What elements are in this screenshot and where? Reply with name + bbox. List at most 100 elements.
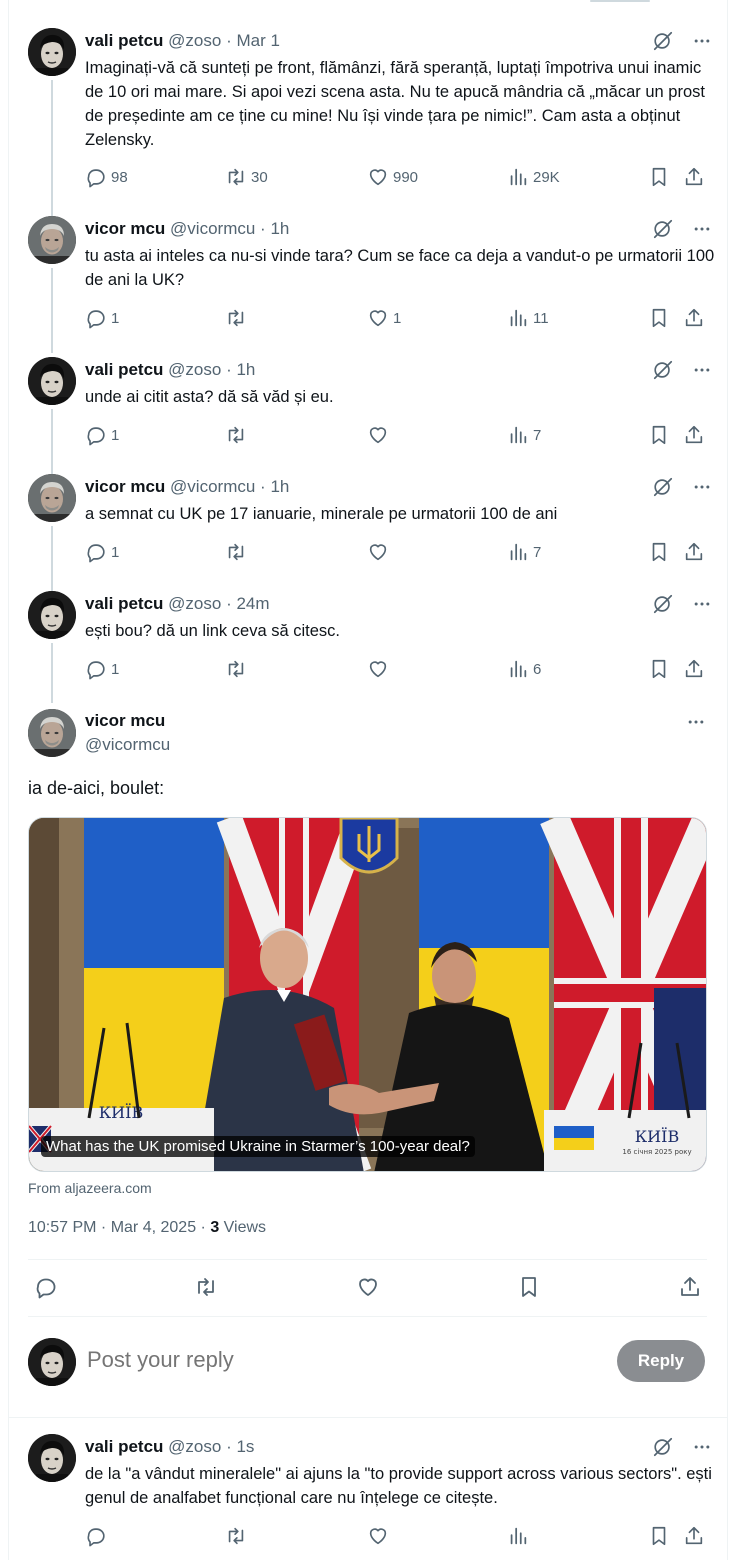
- repost-button[interactable]: [225, 1525, 247, 1547]
- author-handle[interactable]: @vicormcu: [170, 477, 255, 496]
- grok-icon[interactable]: [652, 1436, 674, 1463]
- views-button[interactable]: 7: [507, 541, 541, 563]
- share-button[interactable]: [683, 166, 705, 188]
- share-icon: [683, 541, 705, 563]
- main-avatar[interactable]: [28, 709, 76, 757]
- reply-submit-button[interactable]: Reply: [617, 1340, 705, 1382]
- like-icon[interactable]: [356, 1275, 380, 1299]
- share-button[interactable]: [683, 658, 705, 680]
- repost-icon: [225, 658, 247, 680]
- avatar[interactable]: [28, 474, 76, 522]
- reply-icon: [85, 658, 107, 680]
- avatar[interactable]: [28, 28, 76, 76]
- share-button[interactable]: [683, 541, 705, 563]
- like-icon: [367, 307, 389, 329]
- tweet-time[interactable]: 1h: [270, 219, 289, 238]
- more-icon[interactable]: [692, 360, 712, 385]
- reply-button[interactable]: 1: [85, 307, 119, 329]
- card-title[interactable]: What has the UK promised Ukraine in Star…: [41, 1136, 475, 1157]
- like-button[interactable]: [367, 658, 393, 680]
- main-author-handle[interactable]: @vicormcu: [85, 735, 170, 755]
- reply-button[interactable]: 1: [85, 424, 119, 446]
- like-button[interactable]: [367, 541, 393, 563]
- reply-icon[interactable]: [34, 1275, 58, 1299]
- tweet-time[interactable]: 1h: [270, 477, 289, 496]
- main-author-name[interactable]: vicor mcu: [85, 711, 165, 731]
- share-button[interactable]: [683, 1525, 705, 1547]
- bookmark-button[interactable]: [648, 658, 670, 680]
- repost-icon: [225, 1525, 247, 1547]
- more-icon[interactable]: [686, 712, 706, 737]
- bookmark-button[interactable]: [648, 307, 670, 329]
- more-icon[interactable]: [692, 594, 712, 619]
- tweet-time[interactable]: 1s: [236, 1437, 254, 1456]
- grok-icon[interactable]: [652, 359, 674, 386]
- author-name[interactable]: vali petcu: [85, 594, 163, 613]
- avatar[interactable]: [28, 1434, 76, 1482]
- current-user-avatar[interactable]: [28, 1338, 76, 1386]
- tweet-time[interactable]: 24m: [236, 594, 269, 613]
- author-handle[interactable]: @zoso: [168, 31, 221, 50]
- reply-button[interactable]: 1: [85, 541, 119, 563]
- repost-button[interactable]: [225, 658, 251, 680]
- avatar[interactable]: [28, 357, 76, 405]
- author-name[interactable]: vicor mcu: [85, 477, 165, 496]
- share-icon[interactable]: [678, 1275, 702, 1299]
- tweet-header: vicor mcu @vicormcu · 1h: [85, 219, 289, 239]
- avatar[interactable]: [28, 216, 76, 264]
- repost-button[interactable]: 30: [225, 166, 268, 188]
- bookmark-icon[interactable]: [517, 1275, 541, 1299]
- thread-tweet[interactable]: vali petcu @zoso · 24m ești bou? dă un l…: [28, 591, 718, 703]
- views-button[interactable]: 6: [507, 658, 541, 680]
- bookmark-button[interactable]: [648, 166, 670, 188]
- grok-icon[interactable]: [652, 593, 674, 620]
- views-button[interactable]: 11: [507, 307, 549, 329]
- author-handle[interactable]: @vicormcu: [170, 219, 255, 238]
- repost-button[interactable]: [225, 307, 251, 329]
- share-button[interactable]: [683, 424, 705, 446]
- grok-icon[interactable]: [652, 218, 674, 245]
- like-button[interactable]: 990: [367, 166, 418, 188]
- author-name[interactable]: vali petcu: [85, 360, 163, 379]
- views-button[interactable]: 29K: [507, 166, 560, 188]
- reply-button[interactable]: [85, 1525, 107, 1547]
- thread-tweet[interactable]: vali petcu @zoso · 1h unde ai citit asta…: [28, 357, 718, 474]
- more-icon[interactable]: [692, 31, 712, 56]
- tweet-time[interactable]: 1h: [236, 360, 255, 379]
- thread-tweet[interactable]: vicor mcu @vicormcu · 1h tu asta ai inte…: [28, 216, 718, 353]
- more-icon[interactable]: [692, 219, 712, 244]
- reply-button[interactable]: 98: [85, 166, 128, 188]
- author-name[interactable]: vicor mcu: [85, 219, 165, 238]
- more-icon[interactable]: [692, 477, 712, 502]
- author-handle[interactable]: @zoso: [168, 1437, 221, 1456]
- bookmark-button[interactable]: [648, 424, 670, 446]
- like-button[interactable]: [367, 1525, 389, 1547]
- reply-input[interactable]: [87, 1347, 587, 1373]
- author-handle[interactable]: @zoso: [168, 594, 221, 613]
- like-button[interactable]: 1: [367, 307, 401, 329]
- author-handle[interactable]: @zoso: [168, 360, 221, 379]
- bookmark-button[interactable]: [648, 541, 670, 563]
- thread-tweet[interactable]: vicor mcu @vicormcu · 1h a semnat cu UK …: [28, 474, 718, 591]
- bookmark-button[interactable]: [648, 1525, 670, 1547]
- repost-button[interactable]: [225, 424, 251, 446]
- tweet-time[interactable]: Mar 1: [236, 31, 279, 50]
- reply-button[interactable]: 1: [85, 658, 119, 680]
- link-card[interactable]: КИЇВ КИЇВ 16 січня 2025 року What has th…: [28, 817, 707, 1172]
- like-button[interactable]: [367, 424, 393, 446]
- views-button[interactable]: 7: [507, 424, 541, 446]
- post-timestamp[interactable]: 10:57 PM · Mar 4, 2025 ·: [28, 1219, 210, 1236]
- grok-icon[interactable]: [652, 30, 674, 57]
- avatar[interactable]: [28, 591, 76, 639]
- repost-button[interactable]: [225, 541, 251, 563]
- repost-icon[interactable]: [194, 1275, 218, 1299]
- author-name[interactable]: vali petcu: [85, 31, 163, 50]
- share-button[interactable]: [683, 307, 705, 329]
- views-button[interactable]: [507, 1525, 529, 1547]
- card-source[interactable]: From aljazeera.com: [28, 1180, 152, 1196]
- author-name[interactable]: vali petcu: [85, 1437, 163, 1456]
- more-icon[interactable]: [692, 1437, 712, 1462]
- grok-icon[interactable]: [652, 476, 674, 503]
- thread-tweet[interactable]: vali petcu @zoso · Mar 1 Imaginați-vă că…: [28, 28, 718, 230]
- reply-tweet[interactable]: vali petcu @zoso · 1s de la "a vândut mi…: [28, 1434, 718, 1560]
